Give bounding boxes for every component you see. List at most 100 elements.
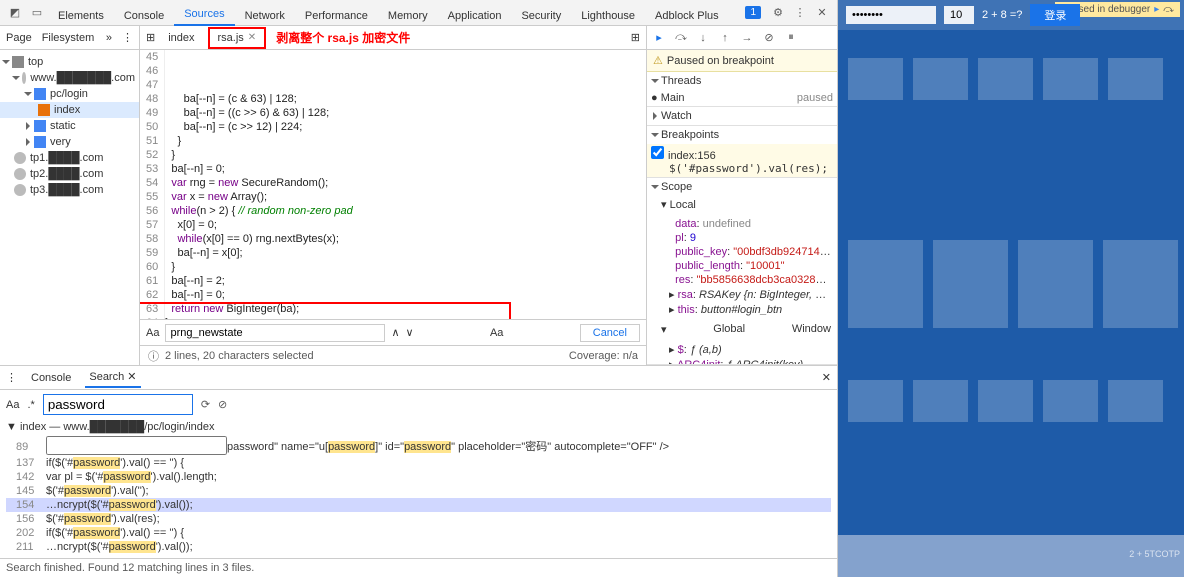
bp-checkbox[interactable]	[651, 146, 664, 159]
editor-more-icon[interactable]: ⊞	[631, 31, 640, 44]
thumbnail[interactable]	[848, 58, 903, 100]
tab-adblock[interactable]: Adblock Plus	[645, 6, 729, 26]
refresh-icon[interactable]: ⟳	[201, 398, 210, 411]
search-result-line[interactable]: 142var pl = $('#password').val().length;	[6, 470, 831, 484]
thumbnail[interactable]	[1108, 380, 1163, 422]
tree-domain[interactable]: www.███████.com	[0, 70, 139, 86]
threads-header[interactable]: Threads	[647, 72, 837, 90]
watch-header[interactable]: Watch	[647, 107, 837, 125]
thumbnail[interactable]	[978, 380, 1033, 422]
thumbnail[interactable]	[1108, 58, 1163, 100]
step-icon[interactable]: →	[739, 30, 755, 46]
thumbnail[interactable]	[933, 240, 1008, 328]
drawer-tab-search[interactable]: Search ✕	[85, 367, 140, 388]
tab-elements[interactable]: Elements	[48, 6, 114, 26]
device-icon[interactable]: ▭	[26, 2, 48, 24]
search-result-line[interactable]: 137if($('#password').val() == '') {	[6, 456, 831, 470]
clear-icon[interactable]: ⊘	[218, 398, 227, 411]
thumbnail[interactable]	[913, 380, 968, 422]
tree-folder-login[interactable]: pc/login	[0, 86, 139, 102]
tab-console[interactable]: Console	[114, 6, 174, 26]
deactivate-bp-icon[interactable]: ⊘	[761, 30, 777, 46]
nav-tab-page[interactable]: Page	[6, 32, 32, 44]
search-result-line[interactable]: 89password" name="u[password]" id="passw…	[6, 435, 831, 456]
scope-var[interactable]: pl: 9	[669, 231, 831, 245]
scope-var[interactable]: ▸ this: button#login_btn	[669, 302, 831, 317]
find-case-toggle[interactable]: Aa	[146, 327, 159, 339]
tab-performance[interactable]: Performance	[295, 6, 378, 26]
drawer-tab-close-icon[interactable]: ✕	[127, 371, 136, 383]
find-prev-icon[interactable]: ∧	[391, 326, 399, 339]
find-cancel-button[interactable]: Cancel	[580, 324, 640, 342]
tab-close-icon[interactable]: ✕	[248, 32, 256, 43]
search-result-line[interactable]: 211…ncrypt($('#password').val());	[6, 540, 831, 554]
tree-domain-tp3[interactable]: tp3.████.com	[0, 182, 139, 198]
find-next-icon[interactable]: ∨	[406, 326, 414, 339]
search-result-line[interactable]: 156$('#password').val(res);	[6, 512, 831, 526]
result-file-header[interactable]: ▼ index — www.███████/pc/login/index	[6, 419, 831, 435]
tab-network[interactable]: Network	[235, 6, 295, 26]
thumbnail[interactable]	[978, 58, 1033, 100]
nav-more-icon[interactable]: ⋮	[122, 31, 133, 44]
tree-folder-static[interactable]: static	[0, 118, 139, 134]
step-into-icon[interactable]: ↓	[695, 30, 711, 46]
editor-tab-rsa[interactable]: rsa.js✕	[208, 27, 267, 49]
nav-tab-filesystem[interactable]: Filesystem	[42, 32, 95, 44]
close-icon[interactable]: ✕	[811, 2, 833, 24]
pause-exc-icon[interactable]: ⏸	[783, 30, 799, 46]
drawer-close-icon[interactable]: ✕	[822, 371, 831, 384]
login-button[interactable]: 登录	[1030, 4, 1080, 26]
tree-domain-tp1[interactable]: tp1.████.com	[0, 150, 139, 166]
password-field[interactable]	[846, 6, 936, 24]
step-out-icon[interactable]: ↑	[717, 30, 733, 46]
tab-lighthouse[interactable]: Lighthouse	[571, 6, 645, 26]
thread-main[interactable]: ● Main paused	[647, 90, 837, 106]
code-content[interactable]: ba[--n] = (c & 63) | 128; ba[--n] = ((c …	[165, 50, 646, 319]
breakpoint-item[interactable]: index:156 $('#password').val(res);	[647, 144, 837, 177]
search-result-line[interactable]: 202if($('#password').val() == '') {	[6, 526, 831, 540]
editor-tab-index[interactable]: index	[159, 28, 203, 48]
code-area[interactable]: 4546474849505152535455565758596061626364…	[140, 50, 646, 319]
scope-local-hdr[interactable]: ▾ Local	[647, 196, 837, 215]
tab-application[interactable]: Application	[438, 6, 512, 26]
thumbnail[interactable]	[1103, 240, 1178, 328]
breakpoints-header[interactable]: Breakpoints	[647, 126, 837, 144]
scope-var[interactable]: public_length: "10001"	[669, 259, 831, 273]
drawer-tab-console[interactable]: Console	[27, 369, 75, 387]
inspect-icon[interactable]: ◩	[4, 2, 26, 24]
scope-header[interactable]: Scope	[647, 178, 837, 196]
global-search-input[interactable]	[43, 394, 193, 415]
drawer-more-icon[interactable]: ⋮	[6, 371, 17, 384]
find-input[interactable]	[165, 324, 385, 342]
tree-domain-tp2[interactable]: tp2.████.com	[0, 166, 139, 182]
search-regex-toggle[interactable]: .*	[27, 399, 34, 411]
thumbnail[interactable]	[1018, 240, 1093, 328]
nav-overflow-icon[interactable]: »	[106, 32, 112, 44]
thumbnail[interactable]	[848, 380, 903, 422]
scope-var[interactable]: ▸ rsa: RSAKey {n: BigInteger, e: …	[669, 287, 831, 302]
scope-var[interactable]: public_key: "00bdf3db924714b9c4…	[669, 245, 831, 259]
thumbnail[interactable]	[1043, 58, 1098, 100]
tab-security[interactable]: Security	[511, 6, 571, 26]
search-result-line[interactable]: 154…ncrypt($('#password').val());	[6, 498, 831, 512]
scope-var[interactable]: ▸ $: ƒ (a,b)	[669, 342, 831, 357]
step-over-icon[interactable]: ⤼	[673, 30, 689, 46]
resume-icon[interactable]: ▸	[651, 30, 667, 46]
overflow-icon[interactable]: ⋮	[789, 2, 811, 24]
tab-sources[interactable]: Sources	[174, 4, 234, 26]
tree-folder-very[interactable]: very	[0, 134, 139, 150]
captcha-field[interactable]	[944, 6, 974, 24]
tree-file-index[interactable]: index	[0, 102, 139, 118]
editor-nav-icon[interactable]: ⊞	[146, 31, 155, 44]
gear-icon[interactable]: ⚙	[767, 2, 789, 24]
scope-var[interactable]: res: "bb5856638dcb3ca03280178e5…	[669, 273, 831, 287]
tab-memory[interactable]: Memory	[378, 6, 438, 26]
search-result-line[interactable]: 145$('#password').val('');	[6, 484, 831, 498]
find-case-btn[interactable]: Aa	[490, 327, 503, 339]
scope-var[interactable]: data: undefined	[669, 217, 831, 231]
search-case-toggle[interactable]: Aa	[6, 399, 19, 411]
thumbnail[interactable]	[848, 240, 923, 328]
thumbnail[interactable]	[1043, 380, 1098, 422]
scope-global-hdr[interactable]: ▾ GlobalWindow	[647, 321, 837, 340]
thumbnail[interactable]	[913, 58, 968, 100]
